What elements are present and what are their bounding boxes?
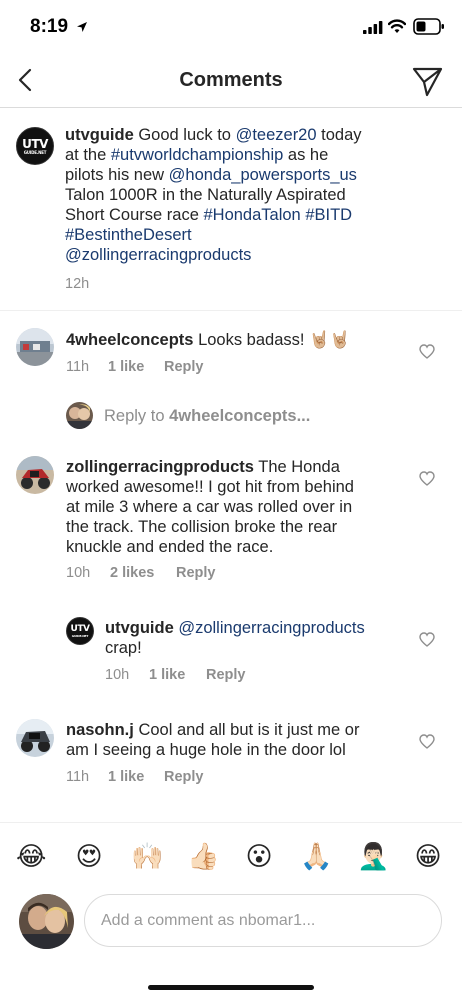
wifi-icon (388, 19, 406, 33)
like-heart-icon[interactable] (419, 734, 435, 749)
quick-emoji-bar: 😂 😍 🙌🏻 👍🏻 😮 🙏🏻 🤦🏻‍♂️ 😁 (0, 822, 462, 894)
avatar-4wheelconcepts[interactable] (16, 328, 54, 366)
caption-text-segment: Short Course race (65, 206, 204, 224)
caption-meta: 12h (65, 276, 89, 292)
direct-message-send-icon[interactable] (410, 64, 444, 98)
emoji-raised-hands[interactable]: 🙌🏻 (131, 842, 163, 872)
comment-4wheelconcepts: 4wheelconcepts Looks badass! 🤘🏼🤘🏼 (66, 330, 416, 350)
hashtag-link[interactable]: #utvworldchampionship (111, 146, 283, 164)
reply-button[interactable]: Reply (176, 565, 216, 581)
emoji-open-mouth[interactable]: 😮 (244, 842, 274, 872)
emoji-facepalm[interactable]: 🤦🏻‍♂️ (357, 842, 389, 872)
comment-text-line: at mile 3 where a car was rolled over in (66, 498, 353, 516)
emoji-thumbs-up[interactable]: 👍🏻 (187, 842, 219, 872)
reply-likes[interactable]: 1 like (149, 667, 206, 683)
emoji-joy[interactable]: 😂 (16, 842, 46, 872)
comment-text: The Honda (258, 458, 340, 476)
comment-text-line: the track. The collision broke the rear (66, 518, 338, 536)
like-heart-icon[interactable] (419, 471, 435, 486)
comment-meta: 10h 2 likes Reply (66, 565, 216, 581)
avatar-nasohn-j[interactable] (16, 719, 54, 757)
caption-username[interactable]: utvguide (65, 126, 134, 144)
reply-text: crap! (105, 639, 142, 657)
status-bar: 8:19 (0, 0, 462, 56)
reply-button[interactable]: Reply (164, 359, 204, 375)
utvguide-reply-avatar[interactable]: UTV GUIDE.NET (66, 617, 94, 645)
mention-link[interactable]: @zollingerracingproducts (65, 246, 251, 264)
my-small-avatar (66, 402, 93, 429)
reply-time: 10h (105, 667, 130, 683)
caption-time: 12h (65, 276, 90, 292)
reply-button[interactable]: Reply (164, 769, 204, 785)
reply-username[interactable]: utvguide (105, 619, 174, 637)
comment-text: Looks badass! 🤘🏼🤘🏼 (198, 331, 351, 349)
hashtag-link[interactable]: #BITD (305, 206, 352, 224)
caption-text-segment: today (316, 126, 362, 144)
comment-text-line: knuckle and ended the race. (66, 538, 274, 556)
comment-likes[interactable]: 2 likes (110, 565, 176, 581)
status-time: 8:19 (30, 16, 69, 37)
reply-meta: 10h 1 like Reply (105, 667, 246, 683)
comment-text-line: am I seeing a huge hole in the door lol (66, 741, 346, 759)
header: Comments (0, 56, 462, 108)
comment-input[interactable] (84, 894, 442, 947)
comment-time: 11h (66, 359, 90, 375)
comment-nasohn-j: nasohn.j Cool and all but is it just me … (66, 720, 406, 760)
comment-username[interactable]: 4wheelconcepts (66, 331, 193, 349)
mention-link[interactable]: @honda_powersports_us (169, 166, 357, 184)
avatar-zollingerracingproducts[interactable] (16, 456, 54, 494)
comment-username[interactable]: zollingerracingproducts (66, 458, 254, 476)
comment-zollingerracingproducts: zollingerracingproducts The Honda worked… (66, 457, 406, 557)
comment-likes[interactable]: 1 like (108, 359, 164, 375)
reply-mention[interactable]: @zollingerracingproducts (178, 619, 364, 637)
page-title: Comments (179, 69, 283, 91)
comment-meta: 11h 1 like Reply (66, 769, 204, 785)
comment-time: 11h (66, 769, 90, 785)
caption-text: utvguide Good luck to @teezer20 today at … (65, 125, 395, 265)
comment-text-line: worked awesome!! I got hit from behind (66, 478, 354, 496)
reply-utvguide: utvguide @zollingerracingproducts crap! (105, 618, 405, 658)
caption-text-segment: as he (283, 146, 329, 164)
utvguide-avatar[interactable]: UTV GUIDE.NET (16, 127, 54, 165)
caption-text-segment: Good luck to (138, 126, 236, 144)
home-indicator (148, 985, 314, 990)
comment-username[interactable]: nasohn.j (66, 721, 134, 739)
comment-likes[interactable]: 1 like (108, 769, 164, 785)
hashtag-link[interactable]: #BestintheDesert (65, 226, 192, 244)
comment-text: Cool and all but is it just me or (138, 721, 360, 739)
reply-target: 4wheelconcepts... (169, 407, 311, 425)
reply-prompt[interactable]: Reply to 4wheelconcepts... (104, 407, 310, 426)
caption-text-segment: Talon 1000R in the Naturally Aspirated (65, 186, 346, 204)
hashtag-link[interactable]: #HondaTalon (203, 206, 300, 224)
emoji-grin[interactable]: 😁 (413, 842, 443, 872)
reply-button[interactable]: Reply (206, 667, 246, 683)
battery-icon (413, 18, 444, 35)
like-heart-icon[interactable] (419, 632, 435, 647)
cellular-signal-icon (363, 21, 383, 34)
location-arrow-icon (77, 22, 87, 32)
my-avatar (19, 894, 74, 949)
caption-text-segment: at the (65, 146, 111, 164)
like-heart-icon[interactable] (419, 344, 435, 359)
emoji-heart-eyes[interactable]: 😍 (74, 842, 104, 872)
comment-meta: 11h 1 like Reply (66, 359, 204, 375)
comment-time: 10h (66, 565, 91, 581)
caption-text-segment: pilots his new (65, 166, 169, 184)
mention-link[interactable]: @teezer20 (236, 126, 317, 144)
emoji-folded-hands[interactable]: 🙏🏻 (300, 842, 332, 872)
